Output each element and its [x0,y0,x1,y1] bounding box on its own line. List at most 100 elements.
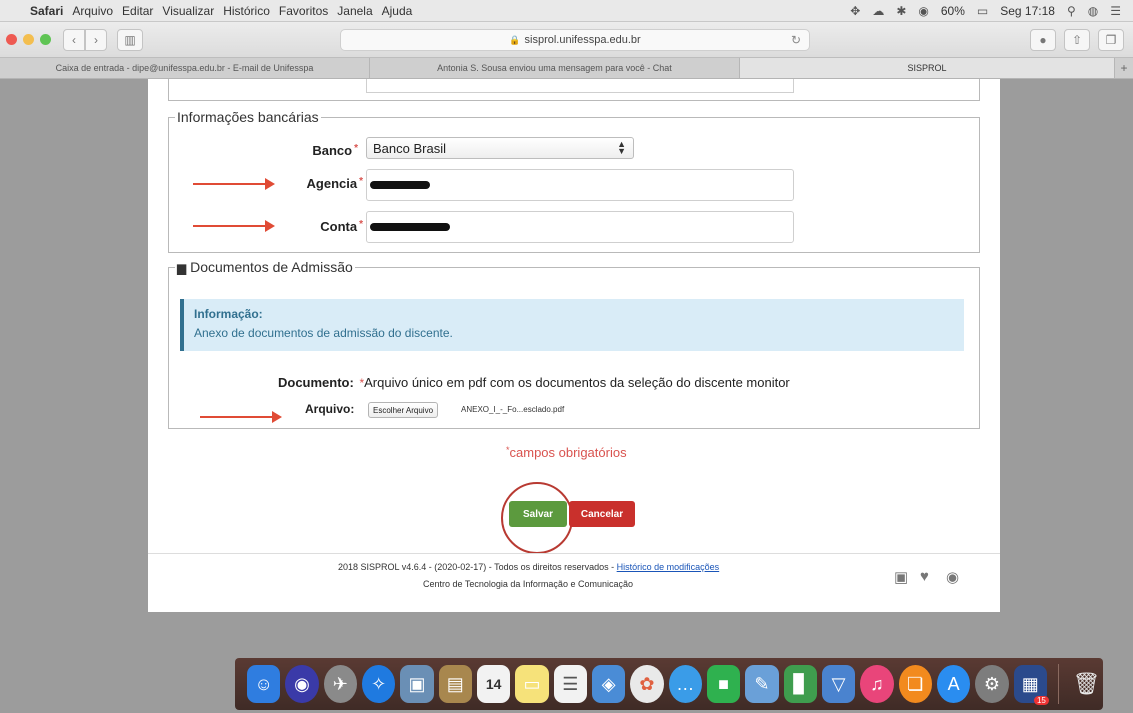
footer-copyright: 2018 SISPROL v4.6.4 - (2020-02-17) - Tod… [338,562,720,572]
safari-icon[interactable]: ✧ [361,665,396,703]
siri-dock-icon[interactable]: ◉ [285,665,319,703]
share-icon[interactable]: ⇧ [1064,29,1090,51]
facetime-icon[interactable]: ■ [706,665,741,703]
photos-icon[interactable]: ✿ [630,665,664,703]
documento-text: Arquivo único em pdf com os documentos d… [364,375,790,390]
downloads-icon[interactable]: ● [1030,29,1056,51]
dock: ☺ ◉ ✈ ✧ ▣ ▤ 14 ▭ ☰ ◈ ✿ … ■ ✎ ▊ ▽ ♫ ❏ A ⚙… [235,658,1103,710]
spotlight-icon[interactable]: ⚲ [1067,4,1076,18]
forward-button[interactable]: › [85,28,107,51]
menu-editar[interactable]: Editar [122,4,162,18]
cancel-button[interactable]: Cancelar [569,501,635,527]
books-icon[interactable]: ❏ [898,665,932,703]
notification-badge: 15 [1033,696,1049,705]
notification-center-icon[interactable]: ☰ [1110,4,1121,18]
url-text: sisprol.unifesspa.edu.br [524,34,641,46]
arquivo-label: Arquivo: [305,402,355,416]
wifi-icon[interactable]: ◉ [918,4,928,18]
clock[interactable]: Seg 17:18 [1000,4,1055,18]
tab-chat[interactable]: Antonia S. Sousa enviou uma mensagem par… [370,58,740,78]
pdf-file-icon: ▆ [177,261,187,275]
banco-selected-value: Banco Brasil [373,140,446,156]
page-footer: 2018 SISPROL v4.6.4 - (2020-02-17) - Tod… [148,553,1000,612]
tab-bar: Caixa de entrada - dipe@unifesspa.edu.br… [0,58,1133,79]
browser-toolbar: ‹ › ▥ 🔒 sisprol.unifesspa.edu.br ↻ ● ⇧ ❐ [0,22,1133,58]
lock-icon: 🔒 [509,34,521,45]
menu-bar: Safari Arquivo Editar Visualizar Históri… [0,0,1133,22]
menu-app-safari[interactable]: Safari [30,4,72,18]
banco-select[interactable]: Banco Brasil ▲ ▼ [366,137,634,159]
info-text: Anexo de documentos de admissão do disce… [194,326,453,340]
footer-org: Centro de Tecnologia da Informação e Com… [423,579,633,589]
numbers-icon[interactable]: ▊ [783,665,817,703]
annotation-arrow-arquivo [200,411,282,423]
page-content: Informações bancárias Banco * Banco Brasi… [148,79,1000,612]
choose-file-button[interactable]: Escolher Arquivo [368,402,439,418]
info-title: Informação: [194,307,263,321]
sidebar-toggle-icon[interactable]: ▥ [117,28,143,51]
annotation-arrow-agencia [193,178,275,190]
menu-visualizar[interactable]: Visualizar [162,4,223,18]
reload-icon[interactable]: ↻ [791,33,801,47]
redacted-agencia [370,181,430,189]
banco-label: Banco * [312,143,358,158]
new-tab-button[interactable]: + [1115,58,1133,78]
menu-janela[interactable]: Janela [337,4,381,18]
agencia-input[interactable] [366,169,794,201]
annotation-arrow-conta [193,220,275,232]
tabs-overview-icon[interactable]: ❐ [1098,29,1124,51]
documento-label: Documento: [278,375,354,390]
selected-file-name: ANEXO_I_-_Fo...esclado.pdf [461,405,565,414]
reminders-icon[interactable]: ☰ [553,665,587,703]
app-store-icon[interactable]: A [936,665,971,703]
menu-ajuda[interactable]: Ajuda [382,4,422,18]
cloud-icon[interactable]: ☁ [872,4,884,18]
menu-favoritos[interactable]: Favoritos [279,4,337,18]
preview-icon[interactable]: ▣ [400,665,434,703]
siri-icon[interactable]: ◍ [1088,4,1098,18]
previous-input [366,79,794,93]
battery-icon[interactable]: ▭ [977,4,988,18]
select-arrows-icon: ▲ ▼ [617,139,626,156]
dropbox-icon[interactable]: ✥ [850,4,860,18]
notes-icon[interactable]: ▭ [515,665,549,703]
calendar-icon[interactable]: 14 [476,665,511,703]
info-alert: Informação: Anexo de documentos de admis… [180,299,964,351]
launchpad-icon[interactable]: ✈ [323,665,357,703]
pages-icon[interactable]: ✎ [745,665,779,703]
admission-docs-title: Documentos de Admissão [190,259,353,275]
facebook-icon[interactable]: ▣ [894,568,908,586]
menu-historico[interactable]: Histórico [223,4,279,18]
globe-icon[interactable]: ◉ [946,568,959,586]
bank-info-title: Informações bancárias [177,109,319,125]
dock-separator [1057,664,1059,704]
music-icon[interactable]: ♫ [860,665,894,703]
admission-docs-legend: ▆ Documentos de Admissão [175,259,355,275]
history-link[interactable]: Histórico de modificações [617,562,720,572]
keynote-icon[interactable]: ▽ [821,665,856,703]
system-preferences-icon[interactable]: ⚙ [975,665,1009,703]
close-window-button[interactable] [6,34,17,45]
twitter-icon[interactable]: ♥ [920,568,929,585]
back-button[interactable]: ‹ [63,28,85,51]
tab-email[interactable]: Caixa de entrada - dipe@unifesspa.edu.br… [0,58,370,78]
contacts-icon[interactable]: ▤ [438,665,472,703]
zoom-window-button[interactable] [40,34,51,45]
minimize-window-button[interactable] [23,34,34,45]
address-bar[interactable]: 🔒 sisprol.unifesspa.edu.br ↻ [340,29,810,51]
trash-icon[interactable]: 🗑 [1070,665,1103,703]
photo-booth-icon[interactable]: ◈ [591,665,626,703]
battery-level[interactable]: 60% [941,4,965,18]
conta-label: Conta * [320,219,363,234]
messages-icon[interactable]: … [668,665,702,703]
app-grid-icon[interactable]: ▦ 15 [1013,665,1049,705]
agencia-label: Agencia * [306,176,363,191]
tab-sisprol[interactable]: SISPROL [740,58,1115,78]
window-controls [6,34,51,45]
redacted-conta [370,223,450,231]
finder-icon[interactable]: ☺ [247,665,281,703]
bluetooth-icon[interactable]: ✱ [896,4,906,18]
save-button[interactable]: Salvar [509,501,567,527]
menu-arquivo[interactable]: Arquivo [72,4,122,18]
required-fields-note: *campos obrigatórios [506,445,627,460]
